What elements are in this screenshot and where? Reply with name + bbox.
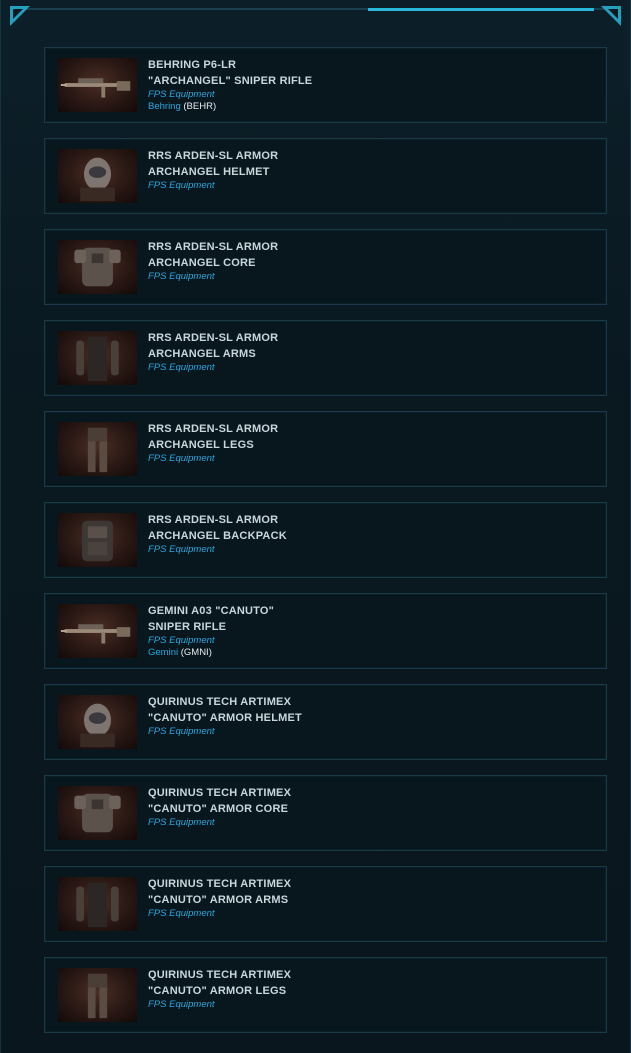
- pledge-item[interactable]: RRS ARDEN-SL ARMOR ARCHANGEL HELMET FPS E…: [44, 138, 607, 214]
- pledge-item[interactable]: QUIRINUS TECH ARTIMEX "CANUTO" ARMOR LEG…: [44, 957, 607, 1033]
- item-category: FPS Equipment: [148, 89, 215, 100]
- item-category: FPS Equipment: [148, 635, 215, 646]
- item-thumbnail: [58, 513, 137, 567]
- item-title: QUIRINUS TECH ARTIMEX "CANUTO" ARMOR HEL…: [148, 696, 302, 724]
- item-title: QUIRINUS TECH ARTIMEX "CANUTO" ARMOR COR…: [148, 787, 292, 815]
- item-category: FPS Equipment: [148, 999, 215, 1010]
- item-title: RRS ARDEN-SL ARMOR ARCHANGEL HELMET: [148, 150, 279, 178]
- item-title: RRS ARDEN-SL ARMOR ARCHANGEL ARMS: [148, 332, 279, 360]
- manufacturer-name[interactable]: Gemini: [148, 647, 178, 658]
- item-thumbnail: [58, 240, 137, 294]
- pledge-item[interactable]: QUIRINUS TECH ARTIMEX "CANUTO" ARMOR ARM…: [44, 866, 607, 942]
- item-category: FPS Equipment: [148, 817, 215, 828]
- item-category: FPS Equipment: [148, 726, 215, 737]
- item-title: RRS ARDEN-SL ARMOR ARCHANGEL BACKPACK: [148, 514, 287, 542]
- item-thumbnail: [58, 58, 137, 112]
- pledge-items-panel: BEHRING P6-LR "ARCHANGEL" SNIPER RIFLE FP…: [0, 0, 631, 1053]
- item-category: FPS Equipment: [148, 271, 215, 282]
- item-manufacturer: Behring (BEHR): [148, 101, 216, 113]
- item-category: FPS Equipment: [148, 544, 215, 555]
- item-thumbnail: [58, 786, 137, 840]
- manufacturer-name[interactable]: Behring: [148, 101, 181, 112]
- item-category: FPS Equipment: [148, 362, 215, 373]
- top-border-accent: [368, 8, 594, 11]
- item-category: FPS Equipment: [148, 453, 215, 464]
- pledge-item[interactable]: RRS ARDEN-SL ARMOR ARCHANGEL LEGS FPS Equ…: [44, 411, 607, 487]
- corner-bracket-right-icon: [601, 6, 621, 26]
- pledge-item[interactable]: QUIRINUS TECH ARTIMEX "CANUTO" ARMOR COR…: [44, 775, 607, 851]
- pledge-item[interactable]: QUIRINUS TECH ARTIMEX "CANUTO" ARMOR HEL…: [44, 684, 607, 760]
- item-title: QUIRINUS TECH ARTIMEX "CANUTO" ARMOR LEG…: [148, 969, 292, 997]
- pledge-item[interactable]: RRS ARDEN-SL ARMOR ARCHANGEL BACKPACK FPS…: [44, 502, 607, 578]
- item-title: QUIRINUS TECH ARTIMEX "CANUTO" ARMOR ARM…: [148, 878, 292, 906]
- item-thumbnail: [58, 968, 137, 1022]
- corner-bracket-left-icon: [10, 6, 30, 26]
- item-title: RRS ARDEN-SL ARMOR ARCHANGEL LEGS: [148, 423, 279, 451]
- item-title: GEMINI A03 "CANUTO" SNIPER RIFLE: [148, 605, 275, 633]
- item-thumbnail: [58, 331, 137, 385]
- item-thumbnail: [58, 422, 137, 476]
- item-list: BEHRING P6-LR "ARCHANGEL" SNIPER RIFLE FP…: [44, 47, 607, 1048]
- manufacturer-code: (GMNI): [178, 647, 212, 658]
- item-manufacturer: Gemini (GMNI): [148, 647, 212, 659]
- pledge-item[interactable]: RRS ARDEN-SL ARMOR ARCHANGEL ARMS FPS Equ…: [44, 320, 607, 396]
- item-category: FPS Equipment: [148, 180, 215, 191]
- item-thumbnail: [58, 149, 137, 203]
- manufacturer-code: (BEHR): [180, 101, 217, 112]
- item-thumbnail: [58, 877, 137, 931]
- item-category: FPS Equipment: [148, 908, 215, 919]
- pledge-item[interactable]: RRS ARDEN-SL ARMOR ARCHANGEL CORE FPS Equ…: [44, 229, 607, 305]
- pledge-item[interactable]: GEMINI A03 "CANUTO" SNIPER RIFLE FPS Equi…: [44, 593, 607, 669]
- item-title: RRS ARDEN-SL ARMOR ARCHANGEL CORE: [148, 241, 279, 269]
- item-title: BEHRING P6-LR "ARCHANGEL" SNIPER RIFLE: [148, 59, 313, 87]
- item-thumbnail: [58, 604, 137, 658]
- item-thumbnail: [58, 695, 137, 749]
- pledge-item[interactable]: BEHRING P6-LR "ARCHANGEL" SNIPER RIFLE FP…: [44, 47, 607, 123]
